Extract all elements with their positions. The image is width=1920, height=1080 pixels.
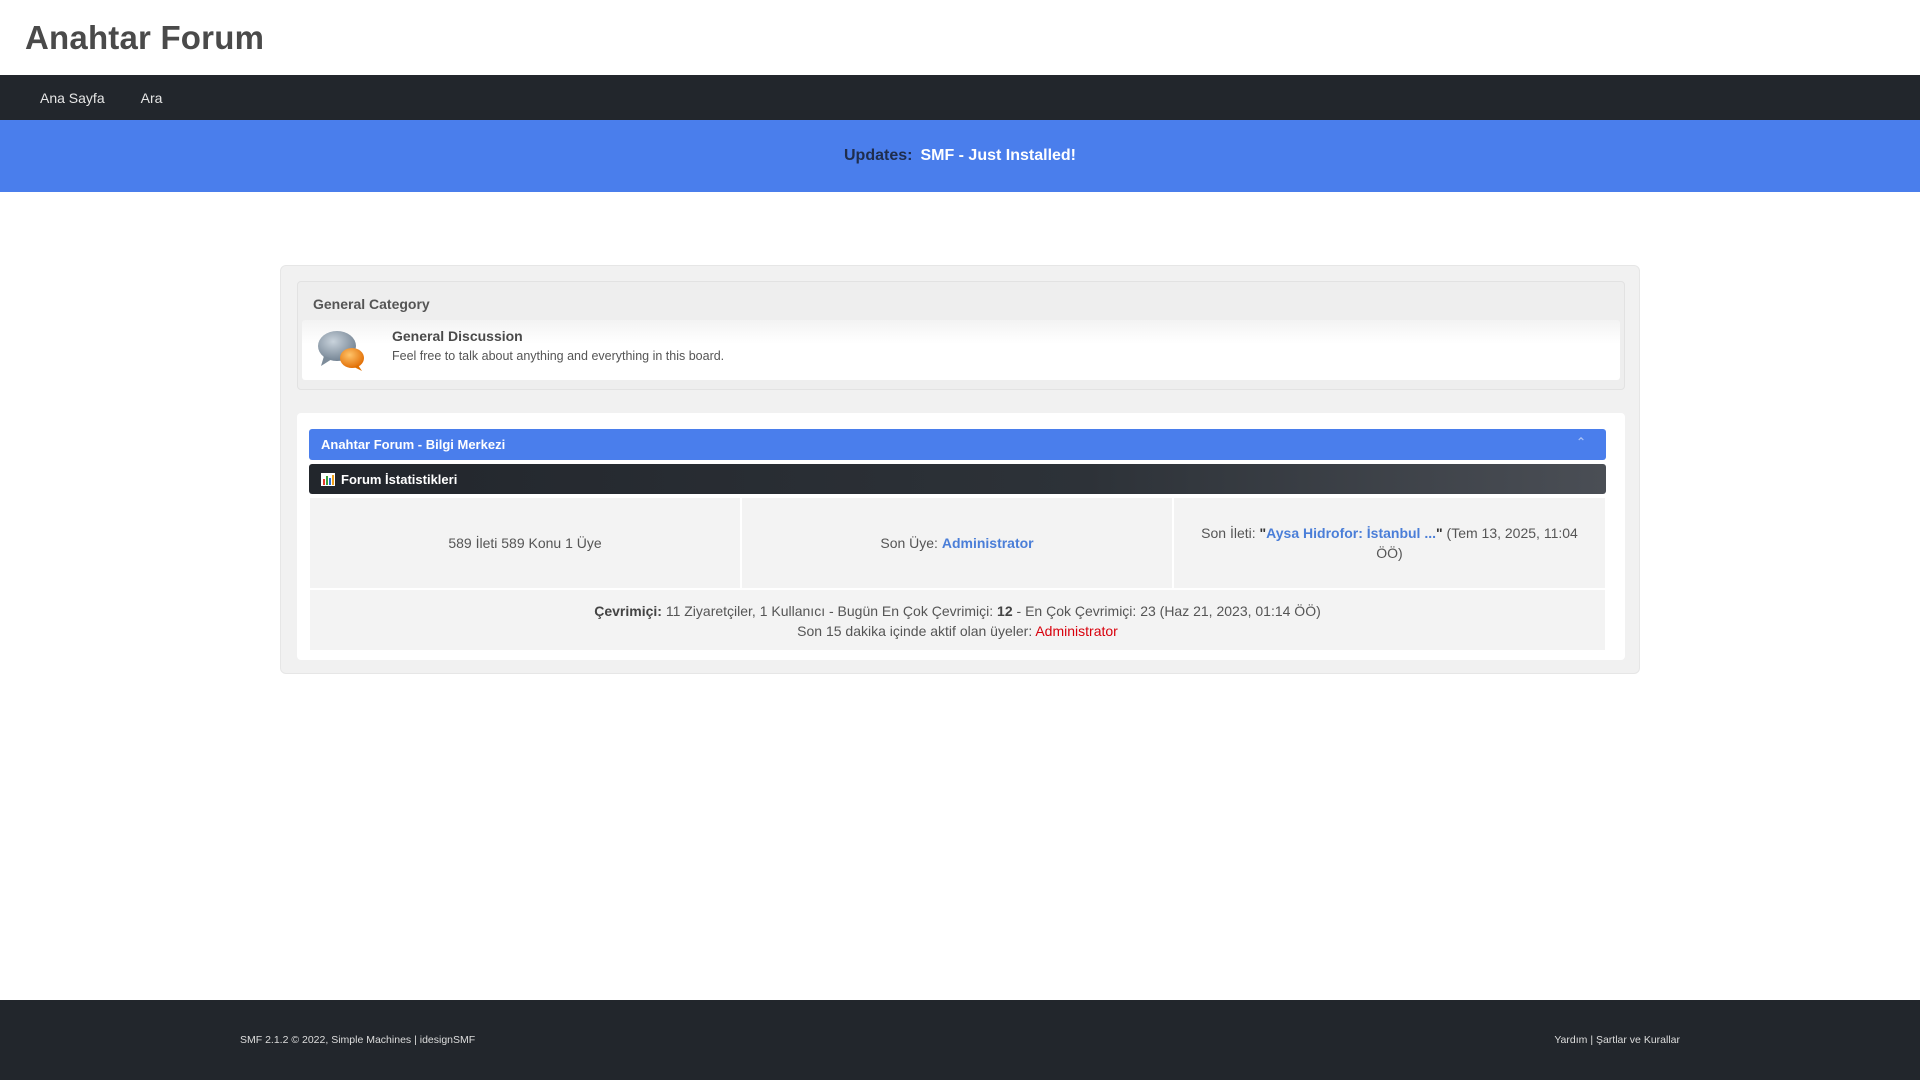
site-footer: SMF 2.1.2 © 2022, Simple Machines | ides… (0, 1000, 1920, 1080)
nav-home[interactable]: Ana Sayfa (22, 90, 123, 106)
latest-member-link[interactable]: Administrator (942, 535, 1034, 551)
chat-bubbles-icon (318, 331, 364, 371)
online-label: Çevrimiçi: (594, 603, 662, 619)
stats-latest-post: Son İleti: "Aysa Hidrofor: İstanbul ..."… (1174, 498, 1605, 588)
info-center-title: Anahtar Forum - Bilgi Merkezi (321, 437, 506, 452)
site-title[interactable]: Anahtar Forum (25, 19, 264, 57)
footer-separator: | (414, 1034, 417, 1046)
site-header: Anahtar Forum (0, 0, 1920, 75)
online-text: 11 Ziyaretçiler, 1 Kullanıcı (665, 603, 826, 619)
info-center: Anahtar Forum - Bilgi Merkezi ⌃ Forum İs… (297, 413, 1625, 660)
board-row: General Discussion Feel free to talk abo… (302, 320, 1620, 380)
most-ever-text: - En Çok Çevrimiçi: 23 (Haz 21, 2023, 01… (1016, 603, 1321, 619)
footer-links: Yardım | Şartlar ve Kurallar (1554, 1034, 1680, 1046)
latest-post-link[interactable]: Aysa Hidrofor: İstanbul ... (1266, 525, 1436, 541)
stats-latest-member: Son Üye: Administrator (742, 498, 1172, 588)
most-today-text: - Bugün En Çok Çevrimiçi: (828, 603, 994, 619)
info-center-header[interactable]: Anahtar Forum - Bilgi Merkezi ⌃ (309, 429, 1606, 460)
footer-copyright: SMF 2.1.2 © 2022, Simple Machines | ides… (240, 1034, 475, 1046)
footer-separator-right: | (1590, 1034, 1594, 1046)
stats-totals: 589 İleti 589 Konu 1 Üye (310, 498, 740, 588)
idesign-link[interactable]: idesignSMF (420, 1034, 475, 1046)
stats-header: Forum İstatistikleri (309, 464, 1606, 494)
bar-chart-icon (321, 472, 335, 486)
help-link[interactable]: Yardım (1554, 1034, 1587, 1046)
nav-search[interactable]: Ara (123, 90, 181, 106)
category-title[interactable]: General Category (313, 296, 430, 312)
latest-member-label: Son Üye: (880, 535, 938, 551)
category-general: General Category General Discussion Feel… (297, 281, 1625, 390)
board-title[interactable]: General Discussion (392, 328, 523, 344)
most-today-value: 12 (997, 603, 1013, 619)
totals-text: 589 İleti 589 Konu 1 Üye (448, 535, 602, 551)
simple-machines-link[interactable]: Simple Machines (331, 1034, 411, 1046)
online-users: Çevrimiçi: 11 Ziyaretçiler, 1 Kullanıcı … (310, 590, 1605, 650)
active-user-link[interactable]: Administrator (1035, 623, 1117, 639)
updates-text[interactable]: SMF - Just Installed! (920, 147, 1076, 165)
main-nav: Ana Sayfa Ara (0, 75, 1920, 120)
board-description: Feel free to talk about anything and eve… (392, 349, 725, 363)
board-index: General Category General Discussion Feel… (280, 265, 1640, 674)
active-users-label: Son 15 dakika içinde aktif olan üyeler: (797, 623, 1033, 639)
latest-post-label: Son İleti: (1201, 525, 1256, 541)
updates-bar: Updates: SMF - Just Installed! (0, 120, 1920, 192)
updates-label: Updates: (843, 147, 913, 164)
stats-title: Forum İstatistikleri (341, 471, 458, 487)
terms-link[interactable]: Şartlar ve Kurallar (1596, 1034, 1680, 1046)
collapse-icon[interactable]: ⌃ (1576, 435, 1586, 449)
smf-link[interactable]: SMF 2.1.2 © 2022, (240, 1034, 328, 1046)
